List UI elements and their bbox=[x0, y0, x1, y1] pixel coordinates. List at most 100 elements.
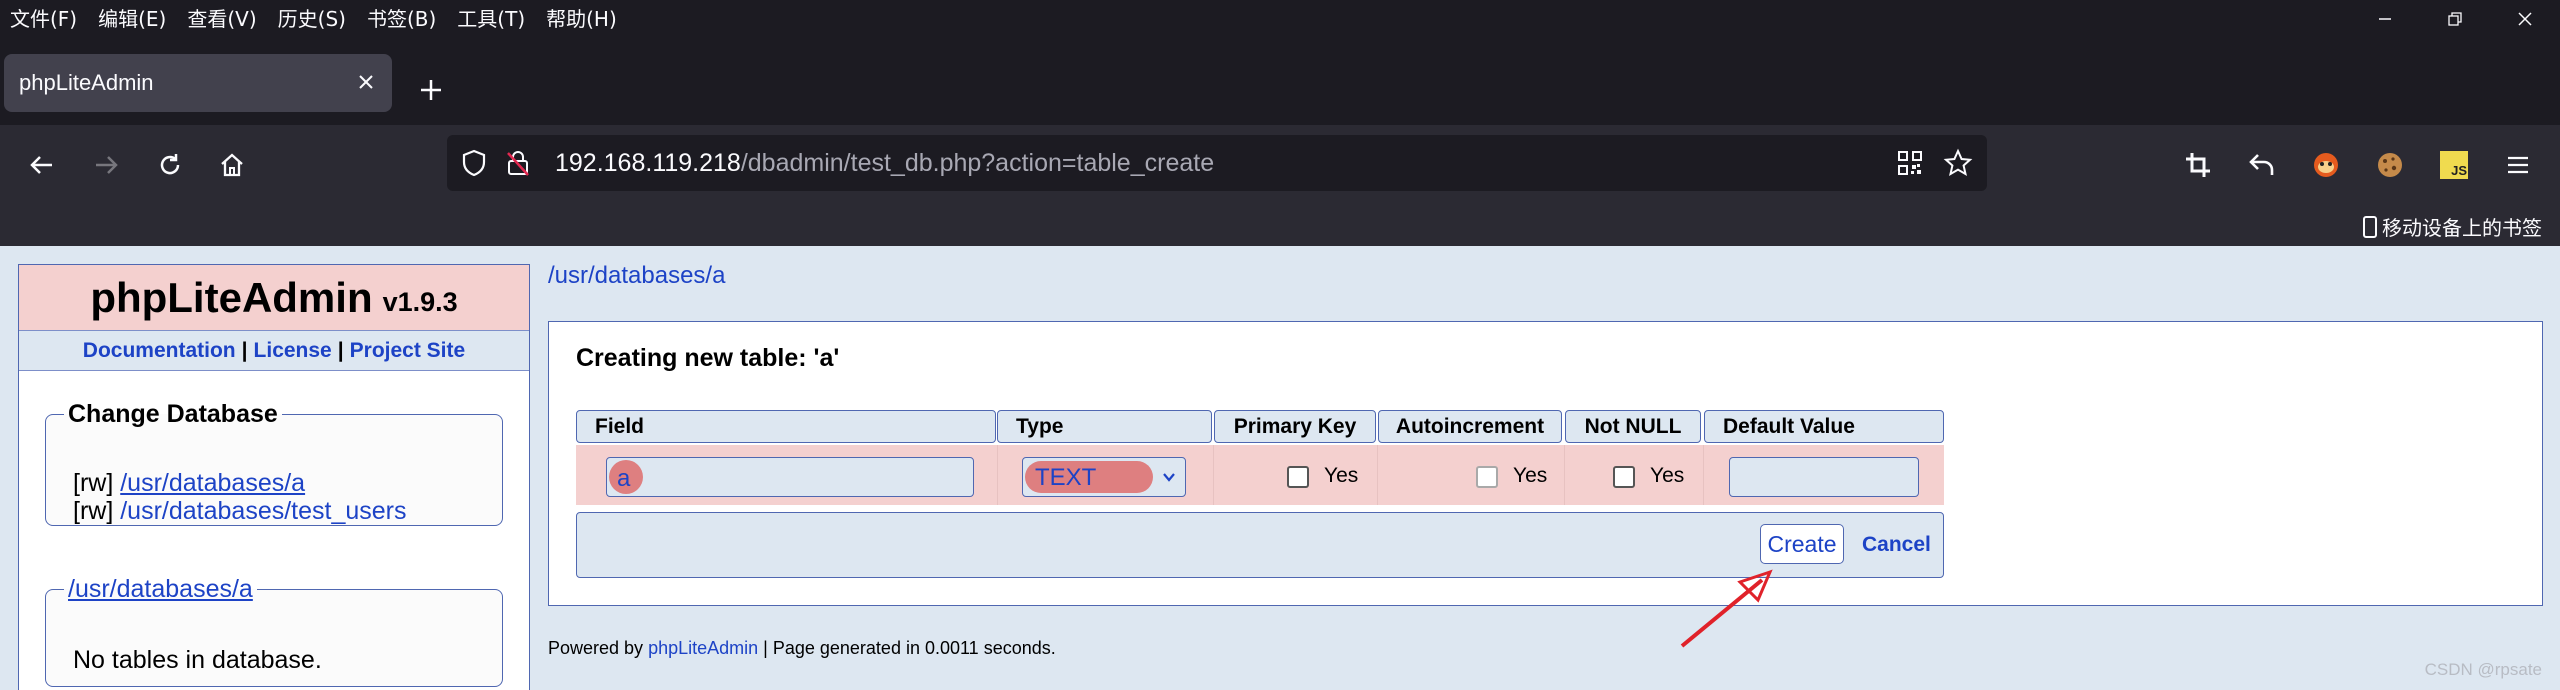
cookie-icon bbox=[2378, 153, 2402, 177]
undo-button[interactable] bbox=[2240, 143, 2284, 187]
hamburger-menu-icon bbox=[2508, 156, 2528, 174]
mobile-bookmarks-button[interactable]: 移动设备上的书签 bbox=[2362, 212, 2542, 241]
default-value-input[interactable] bbox=[1729, 457, 1919, 497]
back-button[interactable] bbox=[20, 143, 64, 187]
database-mode: [rw] bbox=[73, 469, 114, 497]
js-label: JS bbox=[2451, 163, 2467, 178]
restore-icon bbox=[2448, 12, 2462, 26]
fox-extension-icon bbox=[2314, 153, 2338, 177]
minimize-icon bbox=[2379, 18, 2391, 20]
url-bar[interactable]: 192.168.119.218/dbadmin/test_db.php?acti… bbox=[447, 135, 1987, 191]
create-table-panel: Creating new table: 'a' Field Type Prima… bbox=[548, 321, 2543, 606]
link-separator: | bbox=[337, 338, 344, 362]
link-separator: | bbox=[241, 338, 248, 362]
tab-close-icon[interactable] bbox=[354, 70, 378, 94]
menu-history[interactable]: 历史(S) bbox=[278, 3, 346, 32]
menu-bar: 文件(F) 编辑(E) 查看(V) 历史(S) 书签(B) 工具(T) 帮助(H… bbox=[0, 0, 2560, 38]
url-path: /dbadmin/test_db.php?action=table_create bbox=[740, 149, 1215, 177]
new-tab-icon[interactable] bbox=[410, 69, 452, 111]
no-tables-message: No tables in database. bbox=[73, 646, 322, 674]
forward-button[interactable] bbox=[84, 143, 128, 187]
cell-divider bbox=[997, 445, 998, 505]
doc-links: Documentation | License | Project Site bbox=[19, 331, 529, 371]
generation-time-text: | Page generated in 0.0011 seconds. bbox=[763, 638, 1056, 658]
shield-icon[interactable] bbox=[461, 149, 487, 177]
cell-divider bbox=[1213, 445, 1214, 505]
not-null-checkbox[interactable] bbox=[1613, 466, 1635, 488]
current-database-link[interactable]: /usr/databases/a bbox=[68, 575, 253, 603]
tab-phpliteadmin[interactable]: phpLiteAdmin bbox=[4, 54, 392, 112]
type-select[interactable]: TEXT bbox=[1022, 457, 1186, 497]
reload-icon bbox=[160, 154, 180, 175]
home-button[interactable] bbox=[210, 143, 254, 187]
column-header-autoincrement: Autoincrement bbox=[1378, 410, 1562, 443]
primary-key-label: Yes bbox=[1324, 464, 1359, 487]
close-window-button[interactable] bbox=[2490, 0, 2560, 38]
menu-tools[interactable]: 工具(T) bbox=[457, 3, 525, 32]
mobile-bookmarks-label: 移动设备上的书签 bbox=[2382, 216, 2542, 240]
documentation-link[interactable]: Documentation bbox=[83, 339, 236, 363]
database-item: [rw] /usr/databases/a bbox=[73, 469, 305, 498]
not-null-label: Yes bbox=[1650, 464, 1685, 487]
primary-key-checkbox[interactable] bbox=[1287, 466, 1309, 488]
database-item: [rw] /usr/databases/test_users bbox=[73, 497, 407, 526]
chevron-down-icon bbox=[1163, 473, 1175, 482]
back-arrow-icon bbox=[30, 156, 52, 174]
project-site-link[interactable]: Project Site bbox=[350, 339, 466, 363]
database-mode: [rw] bbox=[73, 497, 114, 525]
menu-file[interactable]: 文件(F) bbox=[10, 3, 77, 32]
license-link[interactable]: License bbox=[254, 339, 332, 363]
mobile-device-icon bbox=[2363, 215, 2377, 238]
close-icon bbox=[2518, 12, 2532, 26]
sidebar: phpLiteAdmin v1.9.3 Documentation | Lice… bbox=[18, 264, 530, 690]
url-text: 192.168.119.218/dbadmin/test_db.php?acti… bbox=[555, 149, 1214, 178]
page-title: Creating new table: 'a' bbox=[576, 344, 840, 372]
change-database-title: Change Database bbox=[68, 400, 278, 428]
extension-js-button[interactable]: JS bbox=[2432, 143, 2476, 187]
app-version: v1.9.3 bbox=[382, 287, 458, 317]
menu-help[interactable]: 帮助(H) bbox=[546, 3, 617, 32]
bookmark-star-icon[interactable] bbox=[1943, 148, 1973, 178]
cancel-link[interactable]: Cancel bbox=[1862, 533, 1931, 557]
autoincrement-label: Yes bbox=[1513, 464, 1548, 487]
menu-edit[interactable]: 编辑(E) bbox=[98, 3, 166, 32]
annotation-arrow-icon bbox=[1680, 569, 1773, 648]
screenshot-button[interactable] bbox=[2176, 143, 2220, 187]
field-name-input[interactable]: a bbox=[606, 457, 974, 497]
navigation-toolbar: 192.168.119.218/dbadmin/test_db.php?acti… bbox=[0, 125, 2560, 206]
create-button[interactable]: Create bbox=[1760, 524, 1844, 564]
menu-view[interactable]: 查看(V) bbox=[187, 3, 256, 32]
type-select-value: TEXT bbox=[1035, 464, 1097, 491]
qr-code-icon[interactable] bbox=[1897, 150, 1923, 176]
breadcrumb[interactable]: /usr/databases/a bbox=[548, 262, 725, 290]
menu-bookmarks[interactable]: 书签(B) bbox=[367, 3, 436, 32]
page-content: phpLiteAdmin v1.9.3 Documentation | Lice… bbox=[0, 246, 2560, 690]
current-database-legend: /usr/databases/a bbox=[64, 575, 257, 604]
reload-button[interactable] bbox=[148, 143, 192, 187]
field-name-value: a bbox=[617, 465, 631, 492]
database-link[interactable]: /usr/databases/a bbox=[120, 469, 305, 497]
column-header-primary-key: Primary Key bbox=[1214, 410, 1376, 443]
page-footer: Powered by phpLiteAdmin | Page generated… bbox=[548, 638, 1056, 659]
restore-button[interactable] bbox=[2420, 0, 2490, 38]
extension-cookie-button[interactable] bbox=[2368, 143, 2412, 187]
column-header-field: Field bbox=[576, 410, 996, 443]
undo-arrow-icon bbox=[2249, 154, 2274, 175]
cell-divider bbox=[1377, 445, 1378, 505]
database-link[interactable]: /usr/databases/test_users bbox=[120, 497, 406, 525]
autoincrement-checkbox[interactable] bbox=[1476, 466, 1498, 488]
column-header-type: Type bbox=[997, 410, 1212, 443]
extension-fox-button[interactable] bbox=[2304, 143, 2348, 187]
insecure-lock-icon[interactable] bbox=[505, 149, 531, 177]
change-database-panel: Change Database [rw] /usr/databases/a [r… bbox=[45, 400, 503, 526]
current-database-panel: /usr/databases/a No tables in database. bbox=[45, 575, 503, 687]
app-menu-button[interactable] bbox=[2496, 143, 2540, 187]
cell-divider bbox=[1703, 445, 1704, 505]
forward-arrow-icon bbox=[96, 156, 118, 174]
powered-by-text: Powered by bbox=[548, 638, 644, 658]
watermark: CSDN @rpsate bbox=[2424, 660, 2542, 679]
minimize-button[interactable] bbox=[2350, 0, 2420, 38]
column-header-not-null: Not NULL bbox=[1565, 410, 1701, 443]
phpliteadmin-footer-link[interactable]: phpLiteAdmin bbox=[648, 638, 758, 658]
app-logo: phpLiteAdmin v1.9.3 bbox=[19, 265, 529, 331]
